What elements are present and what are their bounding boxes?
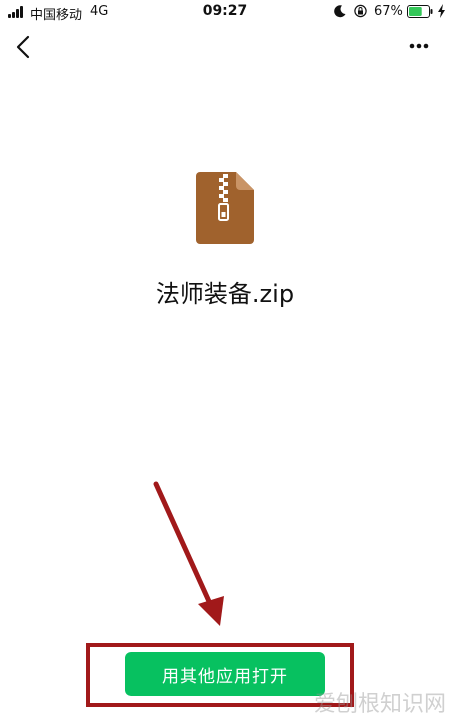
orientation-lock-icon bbox=[354, 4, 367, 18]
watermark: 爱刨根知识网 bbox=[313, 692, 446, 717]
annotation-arrow bbox=[153, 481, 224, 626]
charging-icon bbox=[438, 4, 445, 18]
battery-icon bbox=[407, 5, 433, 18]
chevron-left-icon bbox=[16, 35, 30, 59]
zip-file-icon bbox=[196, 172, 254, 244]
more-dots-icon bbox=[409, 43, 429, 49]
more-button[interactable] bbox=[404, 36, 434, 56]
back-button[interactable] bbox=[10, 32, 36, 62]
file-preview-screen: { "status_bar": { "carrier": "中国移动", "ne… bbox=[0, 0, 450, 720]
file-name: 法师装备.zip bbox=[155, 280, 295, 308]
status-bar: 中国移动 4G 09:27 67% bbox=[0, 0, 450, 24]
moon-icon bbox=[334, 5, 346, 18]
battery-percent: 67% bbox=[374, 4, 403, 19]
open-with-other-app-button[interactable]: 用其他应用打开 bbox=[125, 652, 325, 696]
